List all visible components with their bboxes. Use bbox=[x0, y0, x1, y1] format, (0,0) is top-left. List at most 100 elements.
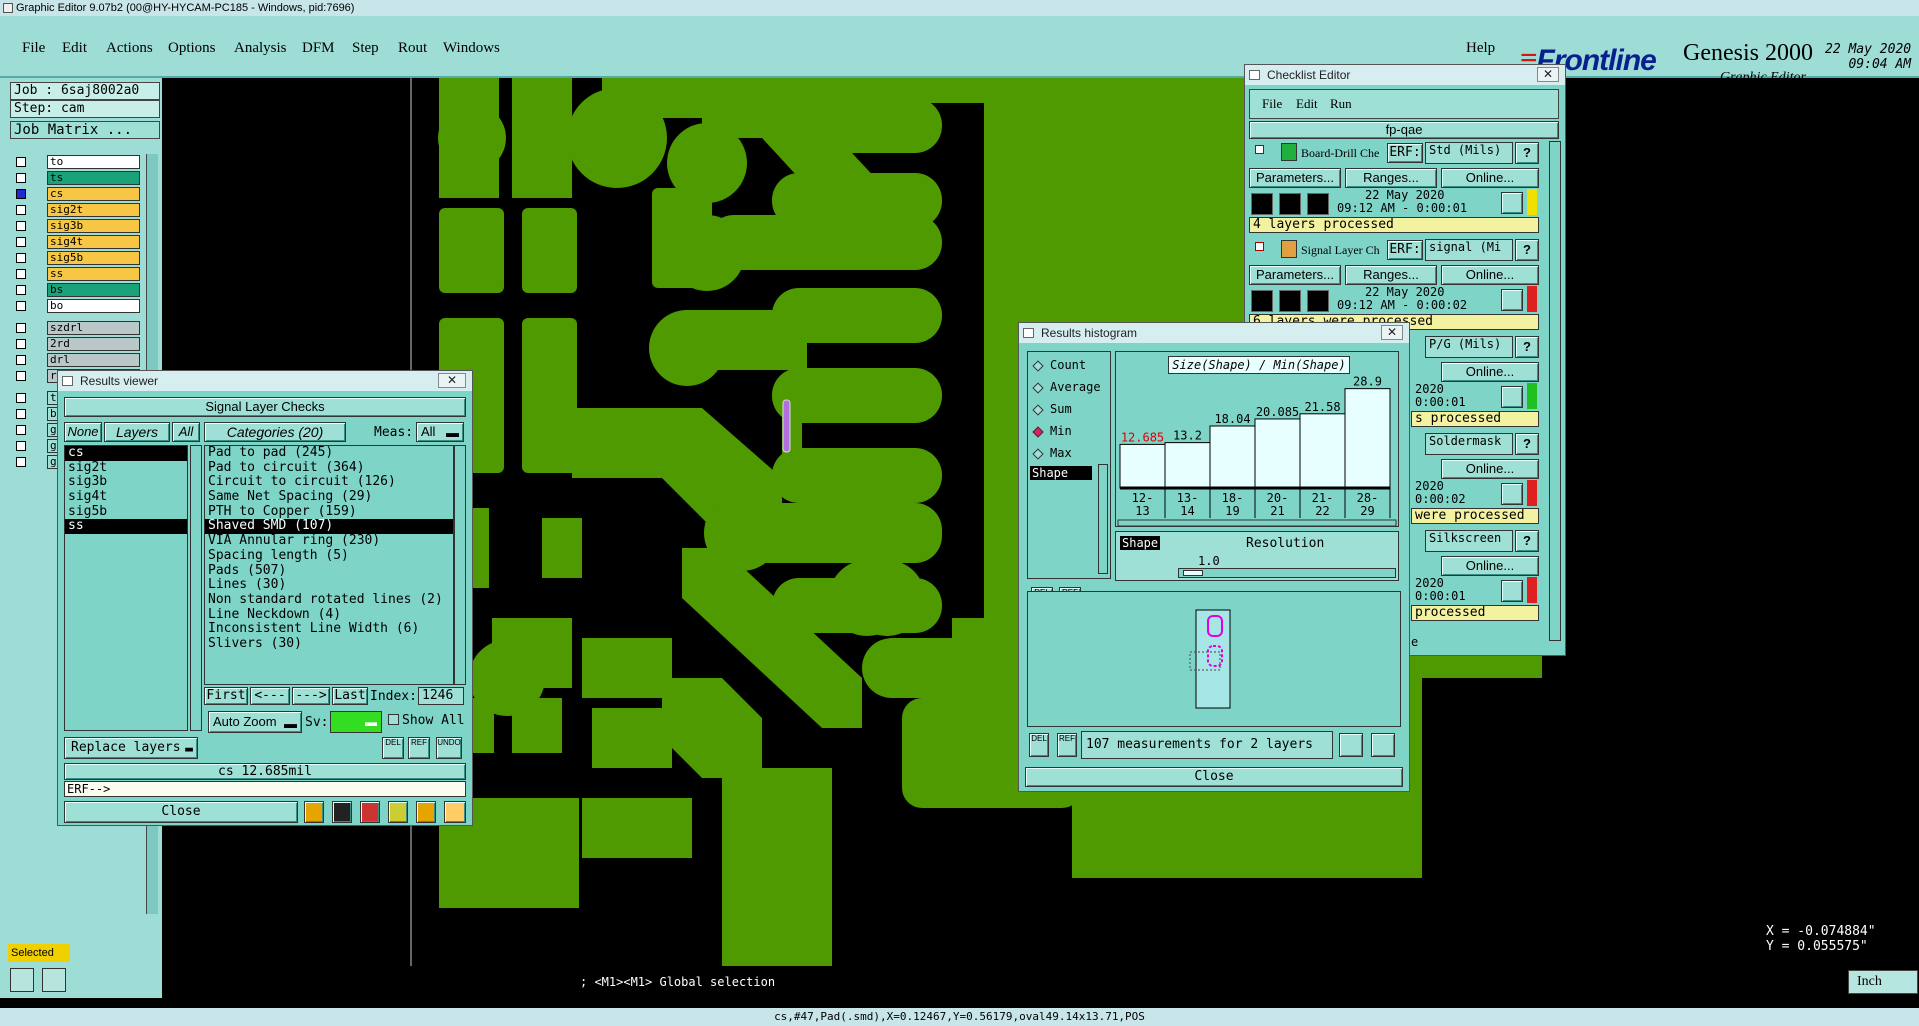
category-item[interactable]: Same Net Spacing (29) bbox=[205, 489, 453, 505]
aggregate-option-min[interactable]: Min bbox=[1032, 424, 1108, 442]
checklist-scrollbar[interactable] bbox=[1549, 141, 1561, 641]
menu-actions[interactable]: Actions bbox=[106, 40, 153, 57]
layer-row[interactable]: ts bbox=[10, 170, 152, 186]
radio-icon[interactable] bbox=[1032, 404, 1044, 416]
erf-value[interactable]: Silkscreen bbox=[1425, 530, 1513, 552]
erf-button[interactable]: ERF: bbox=[1387, 143, 1423, 163]
layer-name[interactable]: drl bbox=[47, 353, 140, 367]
radio-icon[interactable] bbox=[1032, 426, 1044, 438]
layer-row[interactable]: drl bbox=[10, 352, 152, 368]
result-layers-list[interactable]: cs sig2t sig3b sig4t sig5b ss bbox=[64, 445, 188, 731]
action-label[interactable]: Board-Drill Che bbox=[1301, 146, 1385, 161]
run-action-icon[interactable] bbox=[1279, 193, 1301, 215]
layer-checkbox[interactable] bbox=[16, 393, 26, 403]
checklist-menu-edit[interactable]: Edit bbox=[1296, 96, 1318, 112]
resolution-slider[interactable] bbox=[1178, 568, 1396, 578]
run-action-icon[interactable] bbox=[1251, 193, 1273, 215]
layers-button[interactable]: Layers bbox=[104, 422, 170, 442]
tool-icon-5[interactable] bbox=[416, 801, 436, 823]
layer-row[interactable]: sig5b bbox=[10, 250, 152, 266]
delete-icon[interactable]: DEL bbox=[1029, 733, 1049, 757]
histogram-bar[interactable] bbox=[1344, 388, 1391, 489]
ranges-button[interactable]: Ranges... bbox=[1345, 168, 1437, 188]
close-button[interactable]: Close bbox=[64, 801, 298, 823]
radio-icon[interactable] bbox=[1032, 448, 1044, 460]
erf-value[interactable]: Std (Mils) bbox=[1425, 142, 1513, 164]
zoom-icon[interactable] bbox=[1501, 580, 1523, 602]
layer-name[interactable]: sig4t bbox=[47, 235, 140, 249]
first-button[interactable]: First bbox=[204, 687, 248, 705]
prev-button[interactable]: <--- bbox=[250, 687, 290, 705]
run-action-icon[interactable] bbox=[1251, 290, 1273, 312]
layer-name[interactable]: sig2t bbox=[47, 203, 140, 217]
run-action-icon[interactable] bbox=[1307, 193, 1329, 215]
zoom-icon[interactable] bbox=[1501, 192, 1523, 214]
result-layer-item[interactable]: cs bbox=[65, 445, 187, 461]
last-button[interactable]: Last bbox=[332, 687, 368, 705]
units-dropdown[interactable]: Inch bbox=[1848, 970, 1918, 994]
layer-checkbox[interactable] bbox=[16, 441, 26, 451]
menu-windows[interactable]: Windows bbox=[443, 40, 500, 57]
run-action-icon[interactable] bbox=[1307, 290, 1329, 312]
zoom-icon[interactable] bbox=[1501, 386, 1523, 408]
layer-name[interactable]: szdrl bbox=[47, 321, 140, 335]
tool-icon-3[interactable] bbox=[360, 801, 380, 823]
parameters-button[interactable]: Parameters... bbox=[1249, 265, 1341, 285]
refresh-icon[interactable]: REF bbox=[1057, 733, 1077, 757]
menu-rout[interactable]: Rout bbox=[398, 40, 427, 57]
online-button[interactable]: Online... bbox=[1441, 459, 1539, 479]
layer-row[interactable]: cs bbox=[10, 186, 152, 202]
action-checkbox[interactable] bbox=[1255, 145, 1264, 154]
layer-checkbox[interactable] bbox=[16, 457, 26, 467]
category-item[interactable]: Pad to circuit (364) bbox=[205, 460, 453, 476]
menu-help[interactable]: Help bbox=[1466, 40, 1495, 57]
tool-icon-1[interactable] bbox=[304, 801, 324, 823]
layer-name[interactable]: bs bbox=[47, 283, 140, 297]
help-button[interactable]: ? bbox=[1515, 239, 1539, 261]
layer-checkbox[interactable] bbox=[16, 189, 26, 199]
histogram-chart[interactable]: 12.68512-1313.213-1418.0418-1920.08520-2… bbox=[1116, 352, 1400, 528]
layer-name[interactable]: cs bbox=[47, 187, 140, 201]
online-button[interactable]: Online... bbox=[1441, 556, 1539, 576]
zoom-icon[interactable] bbox=[1501, 483, 1523, 505]
layer-checkbox[interactable] bbox=[16, 425, 26, 435]
layer-row[interactable]: bs bbox=[10, 282, 152, 298]
categories-button[interactable]: Categories (20) bbox=[204, 422, 346, 442]
layer-checkbox[interactable] bbox=[16, 339, 26, 349]
category-item[interactable]: Spacing length (5) bbox=[205, 548, 453, 564]
categories-list[interactable]: Pad to pad (245) Pad to circuit (364) Circ… bbox=[204, 445, 454, 685]
layer-checkbox[interactable] bbox=[16, 285, 26, 295]
action-checkbox[interactable] bbox=[1255, 242, 1264, 251]
zoom-region-icon[interactable] bbox=[1339, 733, 1363, 757]
radio-icon[interactable] bbox=[1032, 360, 1044, 372]
layer-name[interactable]: 2rd bbox=[47, 337, 140, 351]
run-action-icon[interactable] bbox=[1279, 290, 1301, 312]
layer-row[interactable]: sig2t bbox=[10, 202, 152, 218]
aggregate-option-sum[interactable]: Sum bbox=[1032, 402, 1108, 420]
export-icon[interactable] bbox=[1371, 733, 1395, 757]
erf-button[interactable]: ERF: bbox=[1387, 240, 1423, 260]
menu-step[interactable]: Step bbox=[352, 40, 379, 57]
chart-scrollbar[interactable] bbox=[1117, 519, 1397, 527]
histogram-bar[interactable] bbox=[1164, 442, 1211, 489]
layer-name[interactable]: sig3b bbox=[47, 219, 140, 233]
action-label[interactable]: Signal Layer Ch bbox=[1301, 243, 1385, 258]
select-tool-icon[interactable] bbox=[10, 968, 34, 992]
layer-checkbox[interactable] bbox=[16, 355, 26, 365]
category-item[interactable]: PTH to Copper (159) bbox=[205, 504, 453, 520]
layer-name[interactable]: ts bbox=[47, 171, 140, 185]
layer-checkbox[interactable] bbox=[16, 323, 26, 333]
meas-dropdown[interactable]: All ▬ bbox=[416, 422, 464, 442]
layer-name[interactable]: bo bbox=[47, 299, 140, 313]
delete-icon[interactable]: DEL bbox=[382, 737, 404, 759]
slider-thumb[interactable] bbox=[1183, 570, 1203, 576]
menu-file[interactable]: File bbox=[22, 40, 45, 57]
erf-input[interactable]: ERF--> bbox=[64, 781, 466, 797]
menu-analysis[interactable]: Analysis bbox=[234, 40, 287, 57]
layer-row[interactable]: to bbox=[10, 154, 152, 170]
refresh-icon[interactable]: REF bbox=[408, 737, 430, 759]
next-button[interactable]: ---> bbox=[292, 687, 330, 705]
layer-row[interactable]: 2rd bbox=[10, 336, 152, 352]
aggregate-option-count[interactable]: Count bbox=[1032, 358, 1108, 376]
sv-dropdown[interactable]: ▬ bbox=[330, 711, 382, 733]
